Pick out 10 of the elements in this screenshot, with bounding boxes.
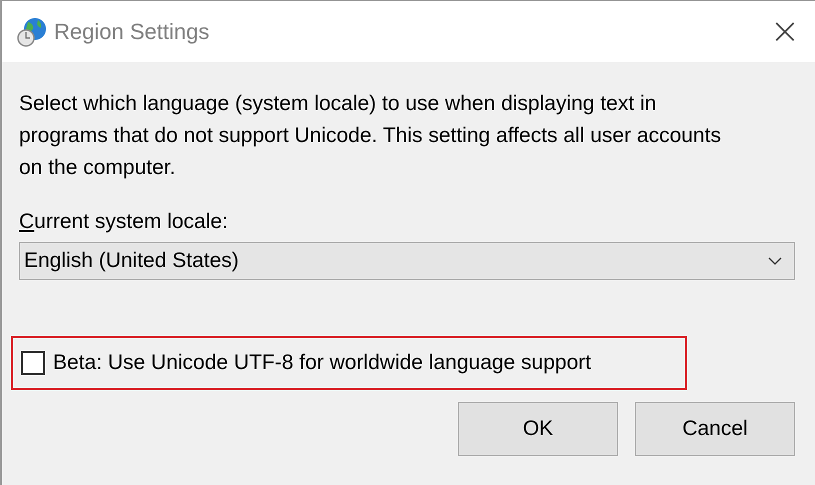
globe-clock-icon [16, 16, 48, 48]
window-title: Region Settings [54, 18, 210, 44]
close-button[interactable]: × [755, 2, 815, 62]
ok-button[interactable]: OK [458, 402, 618, 456]
chevron-down-icon [768, 257, 782, 265]
cancel-button[interactable]: Cancel [635, 402, 795, 456]
beta-checkbox[interactable]: Beta: Use Unicode UTF-8 for worldwide language support [21, 351, 592, 375]
locale-label: Current system locale: [19, 210, 228, 234]
description-text: Select which language (system locale) to use when displaying text in programs that do not support Unicode. This setting affects all user accounts on the computer. [19, 91, 722, 181]
locale-dropdown[interactable]: English (United States) [19, 242, 795, 280]
